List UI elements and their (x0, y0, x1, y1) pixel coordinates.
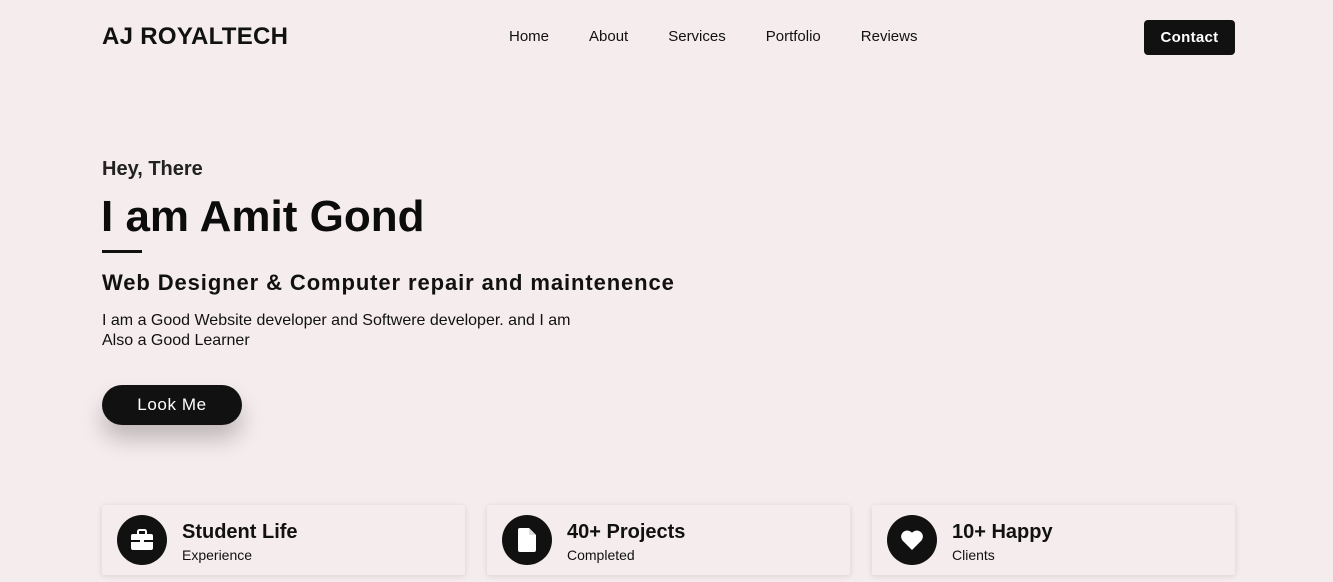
stat-card-projects: 40+ Projects Completed (487, 505, 850, 575)
heart-icon (887, 515, 937, 565)
hero-description: I am a Good Website developer and Softwe… (102, 311, 582, 351)
nav-link-services[interactable]: Services (668, 28, 726, 45)
nav-link-about[interactable]: About (589, 28, 628, 45)
briefcase-icon (117, 515, 167, 565)
hero-description-line-1: I am a Good Website developer and Softwe… (102, 312, 571, 329)
nav-link-portfolio[interactable]: Portfolio (766, 28, 821, 45)
site-logo[interactable]: AJ ROYALTECH (102, 23, 288, 51)
stat-card-experience: Student Life Experience (102, 505, 465, 575)
hero-name: I am Amit Gond (101, 192, 425, 241)
contact-button[interactable]: Contact (1144, 20, 1235, 55)
hero-description-line-2: Also a Good Learner (102, 332, 250, 349)
main-nav: Home About Services Portfolio Reviews (509, 28, 917, 45)
stat-title: 10+ Happy (952, 521, 1053, 543)
stat-subtitle: Completed (567, 547, 635, 563)
stat-title: Student Life (182, 521, 298, 543)
stat-title: 40+ Projects (567, 521, 686, 543)
stat-subtitle: Experience (182, 547, 253, 563)
hero-role: Web Designer & Computer repair and maint… (102, 270, 675, 295)
look-me-button[interactable]: Look Me (102, 385, 242, 425)
stat-card-clients: 10+ Happy Clients (872, 505, 1235, 575)
site-header: AJ ROYALTECH Home About Services Portfol… (0, 0, 1333, 74)
hero-greeting: Hey, There (102, 158, 203, 180)
nav-link-home[interactable]: Home (509, 28, 549, 45)
hero-divider (102, 250, 142, 253)
file-icon (502, 515, 552, 565)
nav-link-reviews[interactable]: Reviews (861, 28, 918, 45)
stat-subtitle: Clients (952, 547, 995, 563)
stats-cards: Student Life Experience 40+ Projects Com… (102, 505, 1235, 575)
